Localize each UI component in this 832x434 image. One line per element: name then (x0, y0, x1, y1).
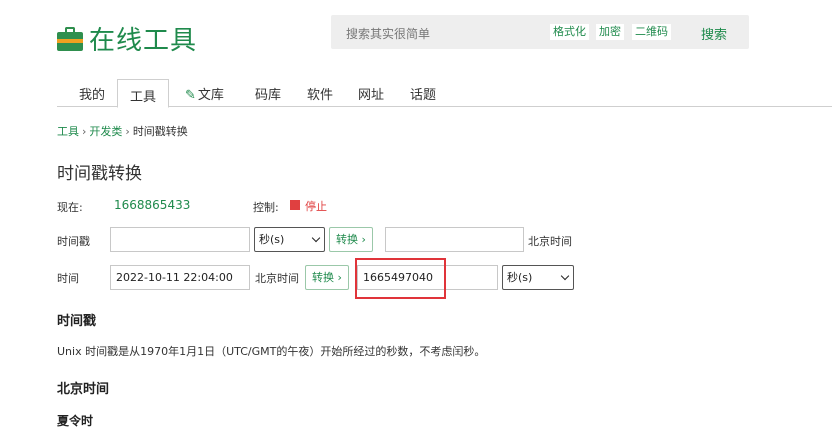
search-chip-qrcode[interactable]: 二维码 (632, 24, 671, 40)
time-convert-button[interactable]: 转换 › (305, 265, 349, 290)
search-button[interactable]: 搜索 (701, 24, 727, 43)
timestamp-result-suffix: 北京时间 (528, 235, 572, 248)
time-label: 时间 (57, 272, 79, 285)
breadcrumb-current: 时间戳转换 (132, 125, 188, 138)
time-input-suffix: 北京时间 (255, 272, 299, 285)
breadcrumb: 工具 › 开发类 › 时间戳转换 (57, 123, 188, 139)
timestamp-result-field[interactable] (385, 227, 524, 252)
breadcrumb-separator: › (125, 125, 130, 138)
toolbox-icon (57, 26, 83, 51)
timestamp-unit-value: 秒(s) (259, 233, 285, 246)
timestamp-unit-select[interactable]: 秒(s) (254, 227, 325, 252)
logo-text: 在线工具 (89, 26, 198, 56)
dst-heading: 夏令时 (57, 414, 94, 428)
breadcrumb-tools[interactable]: 工具 (57, 125, 79, 138)
pen-icon: ✎ (185, 88, 196, 103)
nav-item-library-label: 文库 (197, 88, 224, 103)
control-label: 控制: (253, 201, 279, 214)
beijing-time-heading: 北京时间 (57, 382, 110, 397)
nav-item-code[interactable]: 码库 (255, 84, 281, 103)
timestamp-description: Unix 时间戳是从1970年1月1日（UTC/GMT的午夜）开始所经过的秒数，… (57, 345, 486, 358)
now-label: 现在: (57, 201, 83, 214)
timestamp-convert-button[interactable]: 转换 › (329, 227, 373, 252)
breadcrumb-dev[interactable]: 开发类 (89, 125, 122, 138)
timestamp-label: 时间戳 (57, 235, 90, 248)
nav-item-software[interactable]: 软件 (307, 84, 333, 103)
search-chip-format[interactable]: 格式化 (550, 24, 589, 40)
search-input[interactable]: 搜索其实很简单 (346, 25, 430, 42)
time-unit-select[interactable]: 秒(s) (502, 265, 574, 290)
stop-icon[interactable] (290, 200, 300, 210)
nav-item-sites[interactable]: 网址 (358, 84, 384, 103)
nav-item-library[interactable]: ✎ 文库 (185, 84, 224, 103)
search-chip-encrypt[interactable]: 加密 (596, 24, 624, 40)
search-bar[interactable]: 搜索其实很简单 格式化 加密 二维码 搜索 (331, 15, 749, 49)
timestamp-heading: 时间戳 (57, 314, 97, 329)
chevron-down-icon (311, 233, 321, 243)
nav-item-tools[interactable]: 工具 (117, 79, 170, 108)
chevron-down-icon (560, 271, 570, 281)
site-logo[interactable]: 在线工具 (57, 20, 197, 57)
nav-item-topics[interactable]: 话题 (410, 84, 436, 103)
timestamp-input[interactable] (110, 227, 250, 252)
page-title: 时间戳转换 (57, 164, 142, 184)
current-timestamp: 1668865433 (114, 198, 191, 212)
nav-item-mine[interactable]: 我的 (79, 84, 105, 103)
breadcrumb-separator: › (82, 125, 87, 138)
time-input[interactable]: 2022-10-11 22:04:00 (110, 265, 250, 290)
result-highlight-box (355, 258, 446, 299)
time-unit-value: 秒(s) (507, 271, 533, 284)
main-nav: 我的 工具 ✎ 文库 码库 软件 网址 话题 (57, 79, 832, 108)
stop-button[interactable]: 停止 (305, 198, 327, 214)
